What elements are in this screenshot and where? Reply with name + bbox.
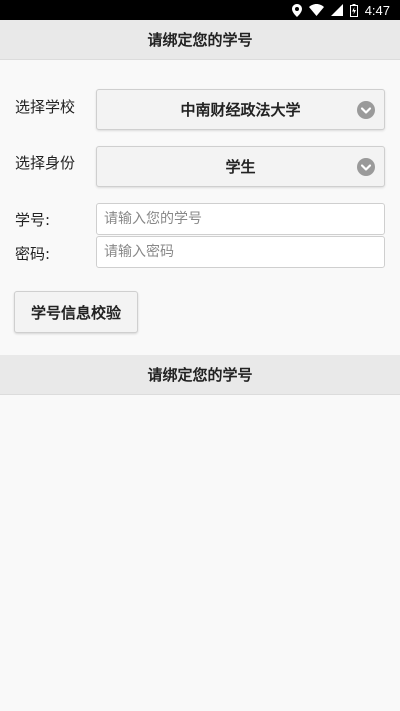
status-bar: 4:47 <box>0 0 400 20</box>
school-select[interactable]: 中南财经政法大学 <box>96 89 385 130</box>
signal-icon <box>330 4 343 16</box>
clock-time: 4:47 <box>364 2 390 18</box>
location-icon <box>291 3 302 17</box>
wifi-icon <box>308 4 324 16</box>
identity-select-value: 学生 <box>225 158 256 176</box>
chevron-down-icon[interactable] <box>357 158 375 176</box>
password-label: 密码: <box>15 245 51 263</box>
identity-label: 选择身份 <box>15 154 76 172</box>
identity-select[interactable]: 学生 <box>96 146 385 187</box>
battery-icon <box>349 3 358 17</box>
school-label: 选择学校 <box>15 98 76 116</box>
section-header: 请绑定您的学号 <box>0 355 400 395</box>
password-input[interactable] <box>96 236 385 268</box>
verify-student-id-button[interactable]: 学号信息校验 <box>14 291 138 333</box>
student-id-input[interactable] <box>96 203 385 235</box>
section-title: 请绑定您的学号 <box>147 366 253 384</box>
chevron-down-icon[interactable] <box>357 101 375 119</box>
student-id-label: 学号: <box>15 211 51 229</box>
verify-button-label: 学号信息校验 <box>30 303 121 322</box>
page-header: 请绑定您的学号 <box>0 20 400 60</box>
page-title: 请绑定您的学号 <box>147 31 253 49</box>
school-select-value: 中南财经政法大学 <box>180 101 301 119</box>
